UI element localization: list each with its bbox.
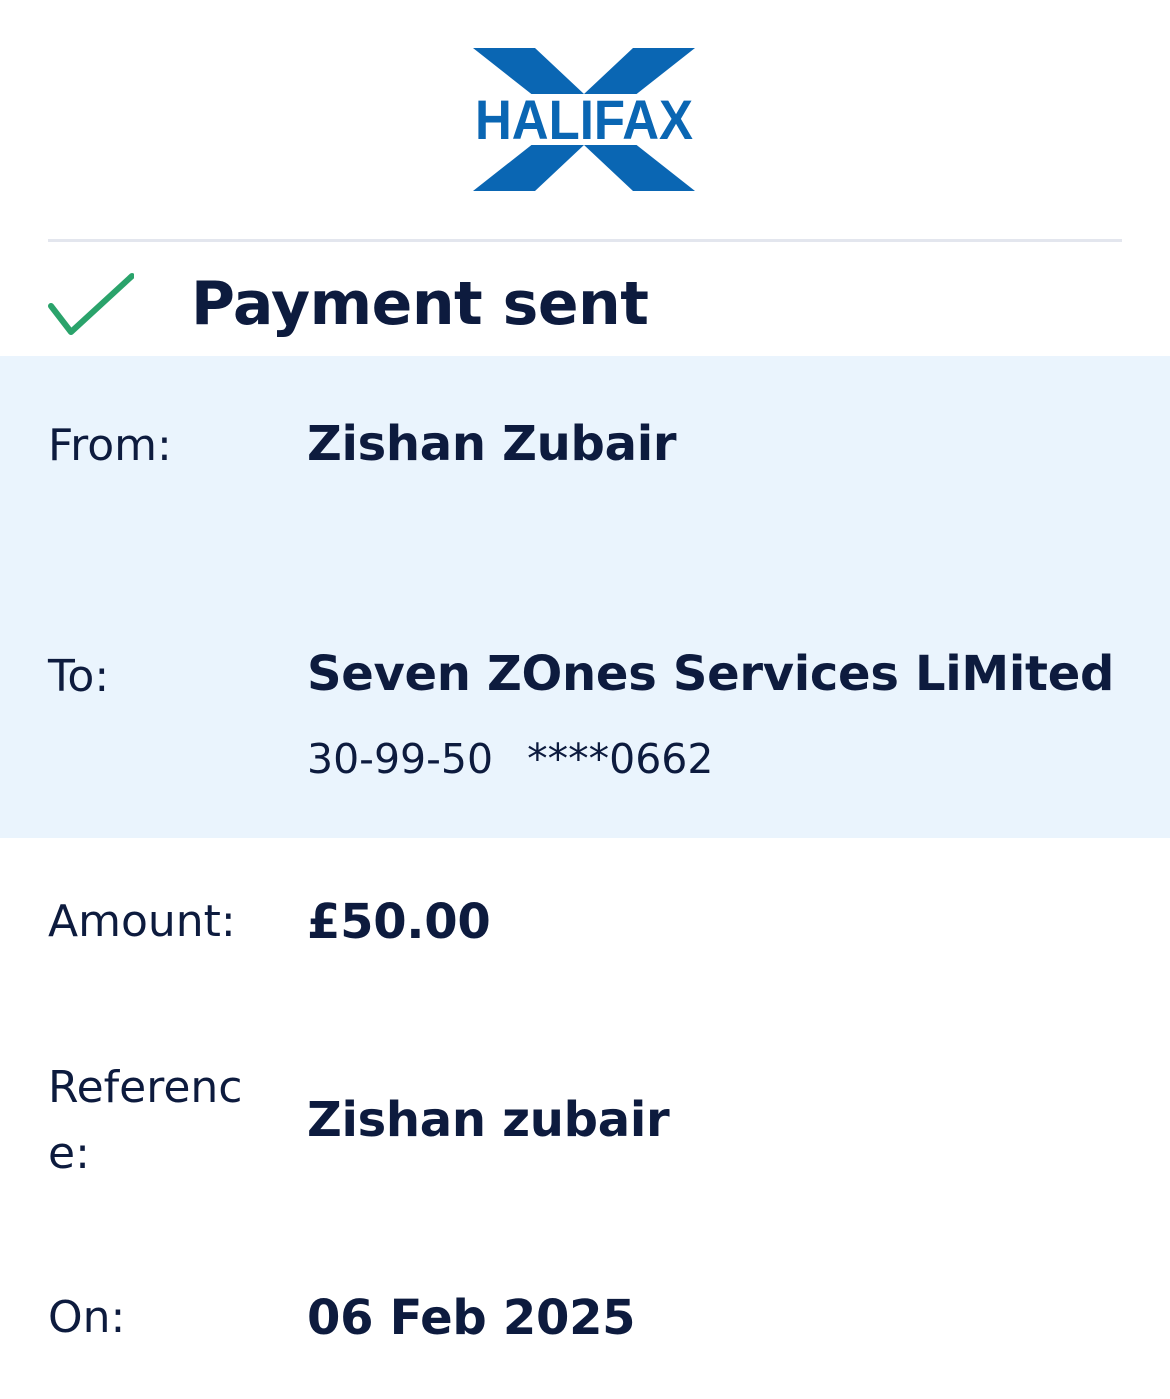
from-label: From: [48, 420, 172, 471]
to-value: Seven ZOnes Services LiMited [307, 646, 1115, 702]
halifax-logo: HALIFAX [473, 48, 695, 191]
to-label: To: [48, 651, 110, 702]
date-label: On: [48, 1292, 126, 1343]
header-divider [48, 239, 1122, 242]
payment-status: Payment sent [48, 262, 1122, 352]
halifax-x-mark-icon: HALIFAX [473, 48, 695, 191]
amount-label: Amount: [48, 896, 236, 947]
amount-value: £50.00 [307, 894, 491, 950]
date-value: 06 Feb 2025 [307, 1290, 636, 1346]
logo-wordmark: HALIFAX [475, 88, 693, 151]
status-title: Payment sent [191, 269, 649, 339]
account-number: ****0662 [527, 735, 714, 783]
reference-label: Reference: [48, 1062, 243, 1179]
from-value: Zishan Zubair [307, 416, 677, 472]
sort-code: 30-99-50 [307, 735, 494, 783]
to-account-details: 30-99-50 ****0662 [307, 731, 713, 787]
reference-value: Zishan zubair [307, 1092, 670, 1148]
checkmark-icon [48, 273, 134, 335]
